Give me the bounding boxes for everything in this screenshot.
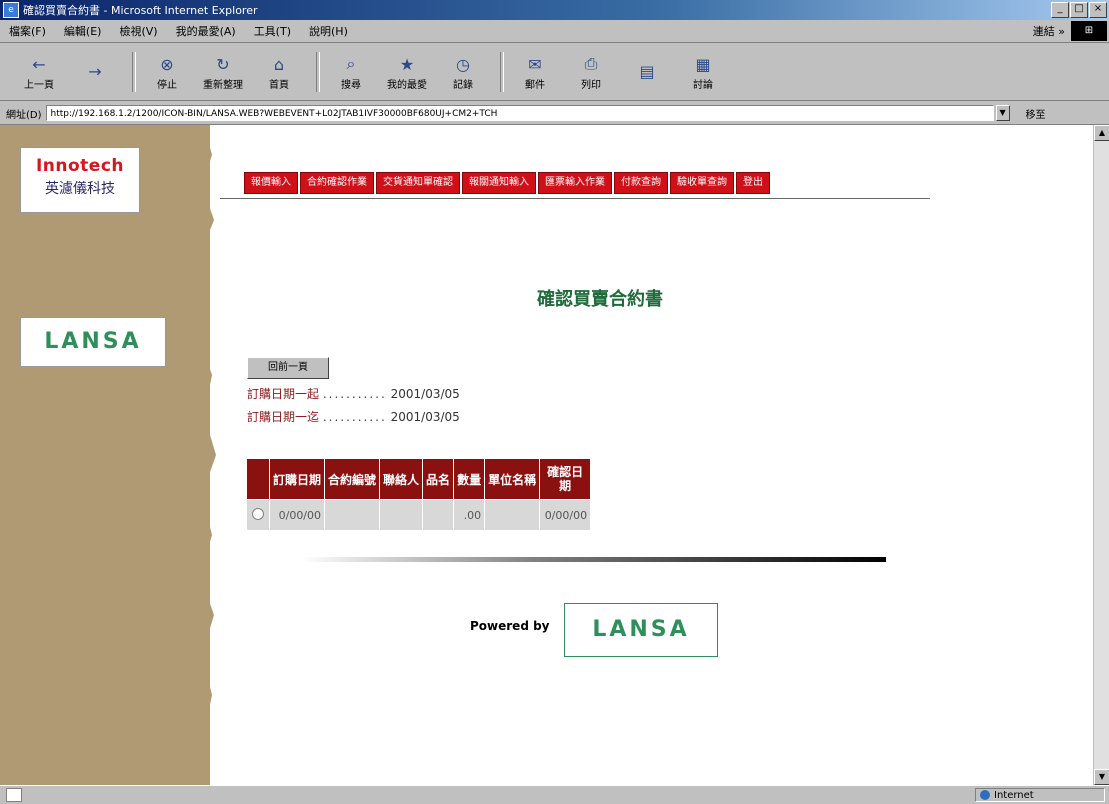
history-icon: ◷ xyxy=(456,54,470,74)
edit-button[interactable]: ▤ xyxy=(622,60,672,84)
cell-contract-no xyxy=(324,499,381,531)
column-header-product: 品名 xyxy=(422,458,455,500)
date-to-value: 2001/03/05 xyxy=(390,410,460,424)
torn-edge-decoration xyxy=(190,125,216,785)
address-input[interactable]: http://192.168.1.2/1200/ICON-BIN/LANSA.W… xyxy=(45,105,994,121)
tab-customs-input[interactable]: 報關通知輸入 xyxy=(462,172,536,194)
cell-quantity: .00 xyxy=(453,499,486,531)
tab-payment-query[interactable]: 付款查詢 xyxy=(614,172,668,194)
tab-draft-input[interactable]: 匯票輸入作業 xyxy=(538,172,612,194)
menu-edit[interactable]: 編輯(E) xyxy=(55,23,111,39)
minimize-button[interactable]: _ xyxy=(1051,2,1069,18)
ie-icon: e xyxy=(3,2,19,18)
back-arrow-icon: ← xyxy=(32,54,46,74)
globe-icon xyxy=(980,790,990,800)
date-from-value: 2001/03/05 xyxy=(390,387,460,401)
refresh-button[interactable]: ↻ 重新整理 xyxy=(198,52,248,92)
menu-help[interactable]: 說明(H) xyxy=(300,23,357,39)
back-button[interactable]: ← 上一頁 xyxy=(14,52,64,92)
address-dropdown-icon[interactable]: ▼ xyxy=(995,105,1010,121)
favorites-button[interactable]: ★ 我的最愛 xyxy=(382,52,432,92)
window-title: 確認買賣合約書 - Microsoft Internet Explorer xyxy=(23,4,258,17)
discuss-icon: ▦ xyxy=(695,54,711,74)
cell-contact xyxy=(379,499,424,531)
edit-icon: ▤ xyxy=(639,62,655,81)
tab-receipt-query[interactable]: 驗收單查詢 xyxy=(670,172,734,194)
cell-confirm-date: 0/00/00 xyxy=(539,499,592,531)
security-zone: Internet xyxy=(975,788,1105,802)
search-icon: ⌕ xyxy=(346,54,356,73)
page-status-icon xyxy=(6,788,22,802)
lansa-logo: LANSA xyxy=(20,317,166,367)
column-header-confirm-date: 確認日期 xyxy=(539,458,592,500)
toolbar: ← 上一頁 → ⊗ 停止 ↻ 重新整理 ⌂ 首頁 ⌕ 搜尋 ★ 我的最愛 ◷ 記錄 ✉ 郵件 ⎙… xyxy=(0,43,1109,101)
column-header-quantity: 數量 xyxy=(453,458,486,500)
gradient-divider xyxy=(302,557,886,562)
row-select-radio[interactable] xyxy=(252,507,264,520)
window-titlebar: e 確認買賣合約書 - Microsoft Internet Explorer … xyxy=(0,0,1109,20)
go-button[interactable]: 移至 xyxy=(1026,106,1046,121)
menu-file[interactable]: 檔案(F) xyxy=(0,23,55,39)
cell-order-date: 0/00/00 xyxy=(268,499,326,531)
stop-icon: ⊗ xyxy=(160,54,174,74)
date-from-label: 訂購日期一起 xyxy=(247,387,320,401)
tab-contract-confirm[interactable]: 合約確認作業 xyxy=(300,172,374,194)
address-label: 網址(D) xyxy=(6,109,42,121)
mail-button[interactable]: ✉ 郵件 xyxy=(510,52,560,92)
column-header-order-date: 訂購日期 xyxy=(268,458,326,500)
column-header-unit: 單位名稱 xyxy=(484,458,541,500)
tab-delivery-confirm[interactable]: 交貨通知單確認 xyxy=(376,172,460,194)
search-button[interactable]: ⌕ 搜尋 xyxy=(326,52,376,91)
contract-table: 訂購日期 合約編號 聯絡人 品名 數量 單位名稱 確認日期 0/00/00 .0… xyxy=(246,458,592,531)
sidebar: Innotech 英濾儀科技 LANSA xyxy=(0,125,216,785)
print-icon: ⎙ xyxy=(584,54,598,73)
date-to-label: 訂購日期一迄 xyxy=(247,410,320,424)
favorites-icon: ★ xyxy=(399,54,415,74)
status-bar: Internet xyxy=(0,785,1109,804)
back-page-button[interactable]: 回前一頁 xyxy=(247,357,329,379)
cell-product xyxy=(422,499,455,531)
tab-quote-input[interactable]: 報價輸入 xyxy=(244,172,298,194)
mail-icon: ✉ xyxy=(528,54,542,74)
select-column-header xyxy=(246,458,270,500)
nav-tabs: 報價輸入 合約確認作業 交貨通知單確認 報關通知輸入 匯票輸入作業 付款查詢 驗… xyxy=(220,172,930,199)
table-row: 0/00/00 .00 0/00/00 xyxy=(246,499,592,531)
menu-favorites[interactable]: 我的最愛(A) xyxy=(167,23,245,39)
menu-view[interactable]: 檢視(V) xyxy=(110,23,166,39)
windows-logo-icon: ⊞ xyxy=(1071,21,1107,41)
forward-arrow-icon: → xyxy=(88,62,102,81)
lansa-footer-logo: LANSA xyxy=(564,603,718,657)
refresh-icon: ↻ xyxy=(216,54,230,74)
powered-by-label: Powered by xyxy=(470,619,550,633)
forward-button[interactable]: → xyxy=(70,60,120,84)
history-button[interactable]: ◷ 記錄 xyxy=(438,52,488,92)
links-button[interactable]: 連結 » xyxy=(1033,23,1065,39)
zone-label: Internet xyxy=(994,789,1034,801)
column-header-contact: 聯絡人 xyxy=(379,458,424,500)
scroll-down-icon[interactable]: ▼ xyxy=(1094,769,1109,785)
home-button[interactable]: ⌂ 首頁 xyxy=(254,52,304,92)
vertical-scrollbar[interactable]: ▲ ▼ xyxy=(1093,125,1109,785)
menu-bar: 檔案(F) 編輯(E) 檢視(V) 我的最愛(A) 工具(T) 說明(H) 連結… xyxy=(0,20,1109,43)
tab-logout[interactable]: 登出 xyxy=(736,172,770,194)
home-icon: ⌂ xyxy=(273,54,285,74)
address-bar: 網址(D) http://192.168.1.2/1200/ICON-BIN/L… xyxy=(0,102,1109,125)
print-button[interactable]: ⎙ 列印 xyxy=(566,52,616,91)
column-header-contract-no: 合約編號 xyxy=(324,458,381,500)
page-content: Innotech 英濾儀科技 LANSA 報價輸入 合約確認作業 交貨通知單確認… xyxy=(0,125,1109,785)
date-from-line: 訂購日期一起 ........... 2001/03/05 xyxy=(247,387,460,401)
innotech-logo: Innotech 英濾儀科技 xyxy=(20,147,140,213)
cell-unit xyxy=(484,499,541,531)
date-to-line: 訂購日期一迄 ........... 2001/03/05 xyxy=(247,410,460,424)
page-title: 確認買賣合約書 xyxy=(537,289,663,310)
scroll-up-icon[interactable]: ▲ xyxy=(1094,125,1109,141)
stop-button[interactable]: ⊗ 停止 xyxy=(142,52,192,92)
menu-tools[interactable]: 工具(T) xyxy=(245,23,300,39)
close-button[interactable]: × xyxy=(1089,2,1107,18)
discuss-button[interactable]: ▦ 討論 xyxy=(678,52,728,92)
maximize-button[interactable]: □ xyxy=(1070,2,1088,18)
